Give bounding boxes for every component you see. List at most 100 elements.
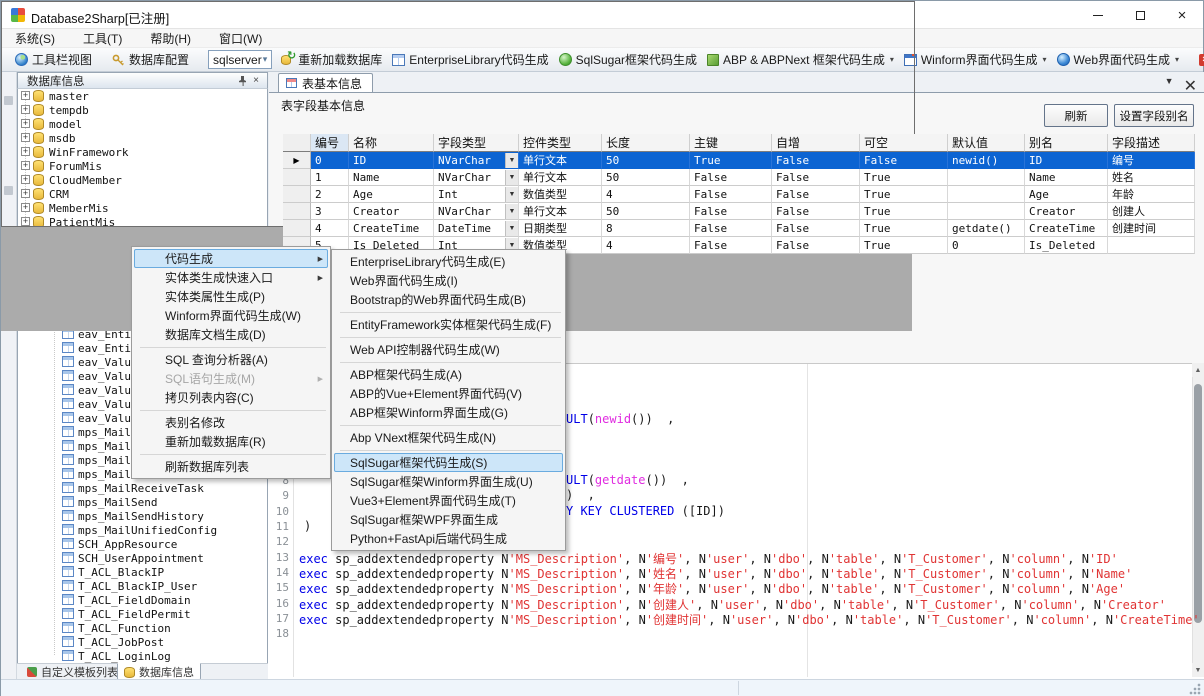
- grid-cell[interactable]: 数值类型: [519, 186, 602, 203]
- grid-cell[interactable]: 单行文本: [519, 152, 602, 169]
- grid-cell[interactable]: True: [860, 220, 948, 237]
- tree-item-table[interactable]: T_ACL_JobPost: [78, 635, 164, 649]
- grid-cell[interactable]: CreateTime: [349, 220, 434, 237]
- grid-header-11[interactable]: 字段描述: [1108, 134, 1195, 152]
- tree-item-table[interactable]: T_ACL_BlackIP: [78, 565, 164, 579]
- grid-cell[interactable]: 4: [311, 220, 349, 237]
- tree-item-table[interactable]: T_ACL_LoginLog: [78, 649, 171, 663]
- tree-item-table[interactable]: SCH_AppResource: [78, 537, 177, 551]
- grid-cell[interactable]: Name: [349, 169, 434, 186]
- grid-cell[interactable]: 日期类型: [519, 220, 602, 237]
- menu-item[interactable]: Winform界面代码生成(W): [132, 306, 330, 325]
- grid-cell[interactable]: False: [772, 203, 860, 220]
- grid-cell[interactable]: False: [772, 152, 860, 169]
- grid-header-10[interactable]: 别名: [1025, 134, 1108, 152]
- grid-cell[interactable]: True: [860, 186, 948, 203]
- cell-dropdown-button[interactable]: ▼: [505, 221, 518, 236]
- grid-cell[interactable]: 2: [311, 186, 349, 203]
- grid-cell[interactable]: 年龄: [1108, 186, 1195, 203]
- menu-item[interactable]: 实体类生成快速入口▶: [132, 268, 330, 287]
- grid-row-selector[interactable]: [283, 169, 311, 186]
- menu-item[interactable]: Web界面代码生成(I): [332, 271, 565, 290]
- grid-row-selector[interactable]: ▶: [283, 152, 311, 169]
- grid-cell[interactable]: False: [772, 186, 860, 203]
- grid-cell[interactable]: 4: [602, 186, 690, 203]
- grid-header-2[interactable]: 名称: [349, 134, 434, 152]
- grid-cell[interactable]: Creator: [349, 203, 434, 220]
- grid-cell[interactable]: [948, 203, 1025, 220]
- cell-dropdown-button[interactable]: ▼: [505, 170, 518, 185]
- grid-cell[interactable]: False: [690, 237, 772, 254]
- cell-dropdown-button[interactable]: ▼: [505, 204, 518, 219]
- tree-item-table[interactable]: T_ACL_BlackIP_User: [78, 579, 197, 593]
- grid-cell[interactable]: Creator: [1025, 203, 1108, 220]
- grid-cell[interactable]: 单行文本: [519, 169, 602, 186]
- menu-item[interactable]: EnterpriseLibrary代码生成(E): [332, 252, 565, 271]
- grid-cell[interactable]: ID: [349, 152, 434, 169]
- grid-cell[interactable]: False: [772, 237, 860, 254]
- set-field-alias-button[interactable]: 设置字段别名: [1114, 104, 1194, 127]
- menu-item[interactable]: Python+FastApi后端代码生成: [332, 529, 565, 548]
- grid-cell[interactable]: 0: [948, 237, 1025, 254]
- grid-cell[interactable]: 1: [311, 169, 349, 186]
- menu-item[interactable]: Web API控制器代码生成(W): [332, 340, 565, 359]
- grid-cell[interactable]: True: [860, 169, 948, 186]
- grid-cell[interactable]: ID: [1025, 152, 1108, 169]
- grid-cell[interactable]: Name: [1025, 169, 1108, 186]
- grid-cell[interactable]: 姓名: [1108, 169, 1195, 186]
- winform-codegen-button[interactable]: Winform界面代码生成▾: [899, 49, 1052, 71]
- menu-item[interactable]: 拷贝列表内容(C): [132, 388, 330, 407]
- tree-item-table[interactable]: mps_MailSend: [78, 495, 157, 509]
- cell-dropdown-button[interactable]: ▼: [505, 153, 518, 168]
- menu-item[interactable]: SQL语句生成(M)▶: [132, 369, 330, 388]
- menu-item[interactable]: Vue3+Element界面代码生成(T): [332, 491, 565, 510]
- grid-cell[interactable]: True: [860, 203, 948, 220]
- menu-item[interactable]: SqlSugar框架WPF界面生成: [332, 510, 565, 529]
- grid-cell[interactable]: False: [860, 152, 948, 169]
- menu-item[interactable]: SqlSugar框架代码生成(S): [332, 453, 565, 472]
- grid-cell[interactable]: True: [690, 152, 772, 169]
- grid-cell[interactable]: 创建人: [1108, 203, 1195, 220]
- menu-item[interactable]: 数据库文档生成(D): [132, 325, 330, 344]
- grid-cell[interactable]: [948, 169, 1025, 186]
- grid-header-8[interactable]: 可空: [860, 134, 948, 152]
- menu-item[interactable]: 代码生成▶: [132, 249, 330, 268]
- grid-row-selector[interactable]: [283, 220, 311, 237]
- grid-header-3[interactable]: 字段类型: [434, 134, 519, 152]
- tree-item-table[interactable]: mps_MailReceiveTask: [78, 481, 204, 495]
- tree-item-table[interactable]: SCH_UserAppointment: [78, 551, 204, 565]
- grid-cell[interactable]: [1108, 237, 1195, 254]
- chevron-down-icon[interactable]: ▾: [1043, 55, 1047, 64]
- close-button[interactable]: ×: [1161, 1, 1203, 29]
- grid-cell[interactable]: False: [690, 169, 772, 186]
- menu-item[interactable]: ABP框架代码生成(A): [332, 365, 565, 384]
- cell-dropdown-button[interactable]: ▼: [505, 187, 518, 202]
- grid-cell[interactable]: 0: [311, 152, 349, 169]
- grid-cell[interactable]: [948, 186, 1025, 203]
- grid-cell[interactable]: 8: [602, 220, 690, 237]
- menu-item[interactable]: 刷新数据库列表: [132, 457, 330, 476]
- grid-header-5[interactable]: 长度: [602, 134, 690, 152]
- menu-item[interactable]: ABP框架Winform界面生成(G): [332, 403, 565, 422]
- grid-header-4[interactable]: 控件类型: [519, 134, 602, 152]
- grid-cell[interactable]: 3: [311, 203, 349, 220]
- menu-item[interactable]: Abp VNext框架代码生成(N): [332, 428, 565, 447]
- tree-item-table[interactable]: T_ACL_Function: [78, 621, 171, 635]
- maximize-button[interactable]: [1119, 1, 1161, 29]
- grid-cell[interactable]: CreateTime: [1025, 220, 1108, 237]
- grid-cell[interactable]: getdate(): [948, 220, 1025, 237]
- grid-cell[interactable]: False: [772, 169, 860, 186]
- menu-item[interactable]: SqlSugar框架Winform界面生成(U): [332, 472, 565, 491]
- scrollbar-thumb[interactable]: [1194, 384, 1202, 623]
- grid-cell[interactable]: newid(): [948, 152, 1025, 169]
- resize-grip[interactable]: [1189, 683, 1201, 695]
- grid-cell[interactable]: 创建时间: [1108, 220, 1195, 237]
- grid-cell[interactable]: Age: [349, 186, 434, 203]
- grid-header-1[interactable]: 编号: [311, 134, 349, 152]
- grid-cell[interactable]: 4: [602, 237, 690, 254]
- grid-cell[interactable]: False: [690, 186, 772, 203]
- tree-item-table[interactable]: T_ACL_FieldDomain: [78, 593, 191, 607]
- grid-cell[interactable]: 50: [602, 169, 690, 186]
- scrollbar-up-icon[interactable]: ▲: [1192, 363, 1204, 377]
- minimize-button[interactable]: [1077, 1, 1119, 29]
